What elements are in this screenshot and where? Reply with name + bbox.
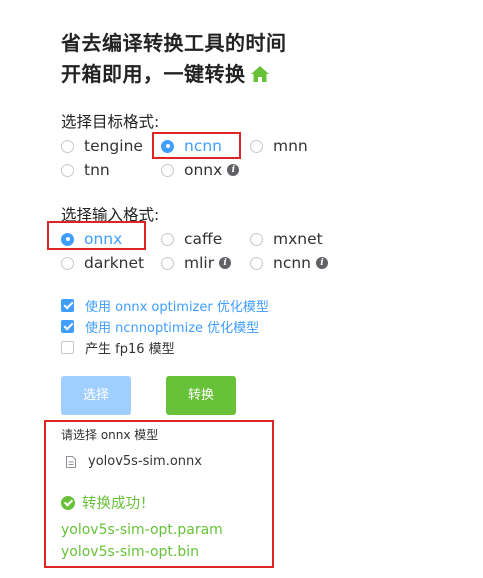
radio-icon[interactable]: [250, 232, 263, 246]
home-icon: [250, 66, 269, 82]
radio-icon[interactable]: [61, 163, 74, 177]
radio-icon[interactable]: [61, 139, 74, 153]
checkbox-checked-icon[interactable]: [61, 319, 74, 333]
hero-line-2: 开箱即用，一键转换: [61, 59, 287, 90]
hero-line-2-text: 开箱即用，一键转换: [61, 62, 246, 86]
info-icon[interactable]: i: [316, 257, 328, 269]
select-button[interactable]: 选择: [61, 376, 131, 415]
target-option-tengine[interactable]: tengine: [61, 136, 143, 156]
target-option-mnn[interactable]: mnn: [250, 136, 308, 156]
input-option-mlir[interactable]: mlir i: [161, 253, 232, 273]
highlight-box-result: [44, 420, 274, 568]
target-option-tnn[interactable]: tnn: [61, 160, 110, 180]
highlight-box-target: [152, 132, 241, 159]
target-option-onnx[interactable]: onnx i: [161, 160, 240, 180]
convert-button[interactable]: 转换: [166, 376, 236, 415]
checkbox-icon[interactable]: [61, 340, 74, 354]
radio-icon[interactable]: [61, 256, 74, 270]
input-option-mxnet[interactable]: mxnet: [250, 229, 323, 249]
input-option-caffe[interactable]: caffe: [161, 229, 222, 249]
checkbox-ncnnoptimize[interactable]: 使用 ncnnoptimize 优化模型: [61, 317, 259, 336]
radio-icon[interactable]: [161, 256, 174, 270]
radio-icon[interactable]: [250, 256, 263, 270]
radio-icon[interactable]: [250, 139, 263, 153]
input-option-darknet[interactable]: darknet: [61, 253, 144, 273]
checkbox-checked-icon[interactable]: [61, 298, 74, 312]
radio-icon[interactable]: [161, 232, 174, 246]
checkbox-fp16[interactable]: 产生 fp16 模型: [61, 338, 175, 357]
hero-title: 省去编译转换工具的时间 开箱即用，一键转换: [61, 28, 287, 90]
highlight-box-input: [47, 221, 146, 250]
info-icon[interactable]: i: [219, 257, 232, 269]
info-icon[interactable]: i: [227, 164, 240, 176]
input-option-ncnn[interactable]: ncnn i: [250, 253, 328, 273]
radio-icon[interactable]: [161, 163, 174, 177]
checkbox-onnx-optimizer[interactable]: 使用 onnx optimizer 优化模型: [61, 296, 269, 315]
hero-line-1: 省去编译转换工具的时间: [61, 31, 287, 55]
target-format-label: 选择目标格式:: [61, 113, 160, 131]
